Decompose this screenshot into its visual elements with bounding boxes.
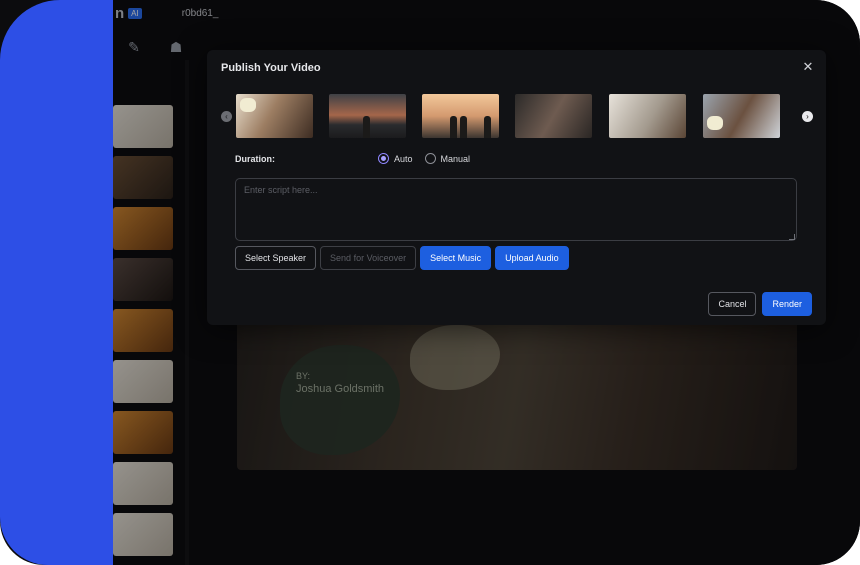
template-slide[interactable] (422, 94, 499, 138)
template-slide[interactable] (515, 94, 592, 138)
render-button[interactable]: Render (762, 292, 812, 316)
chevron-left-icon[interactable]: ‹ (221, 111, 232, 122)
cancel-button[interactable]: Cancel (708, 292, 757, 316)
select-music-button[interactable]: Select Music (420, 246, 492, 270)
template-slide[interactable] (236, 94, 313, 138)
radio-selected-icon[interactable] (378, 153, 389, 164)
duration-label: Duration: (235, 154, 275, 164)
upload-audio-button[interactable]: Upload Audio (495, 246, 569, 270)
side-accent-strip (0, 0, 113, 565)
device-frame: n AI r0bd61_ ✎ ☗ BY: Joshua Goldsmith Pu… (0, 0, 860, 565)
send-for-voiceover-button[interactable]: Send for Voiceover (320, 246, 417, 270)
radio-manual-label: Manual (440, 153, 471, 164)
slide-figure (484, 116, 491, 138)
template-slide[interactable] (703, 94, 780, 138)
template-slide[interactable] (329, 94, 406, 138)
close-icon[interactable]: ✕ (800, 59, 816, 75)
radio-unselected-icon[interactable] (424, 153, 436, 164)
slide-figure (450, 116, 457, 138)
slide-badge (240, 98, 256, 112)
slide-figure (460, 116, 467, 138)
slide-badge (707, 116, 723, 130)
resize-handle-icon[interactable] (789, 234, 795, 240)
radio-manual[interactable]: Manual (424, 153, 471, 164)
template-slide[interactable] (609, 94, 686, 138)
action-buttons: Select Speaker Send for Voiceover Select… (235, 246, 569, 270)
template-carousel: ‹ › (221, 94, 813, 140)
duration-radio-group: Auto Manual (378, 153, 470, 164)
slide-figure (363, 116, 370, 138)
modal-title: Publish Your Video (221, 62, 321, 74)
chevron-right-icon[interactable]: › (802, 111, 813, 122)
select-speaker-button[interactable]: Select Speaker (235, 246, 317, 270)
radio-auto-label: Auto (394, 153, 413, 164)
radio-auto[interactable]: Auto (378, 153, 413, 164)
modal-footer: Cancel Render (708, 292, 812, 316)
publish-modal: Publish Your Video ✕ ‹ › Duration: Auto (207, 50, 826, 325)
script-input[interactable] (235, 178, 797, 241)
